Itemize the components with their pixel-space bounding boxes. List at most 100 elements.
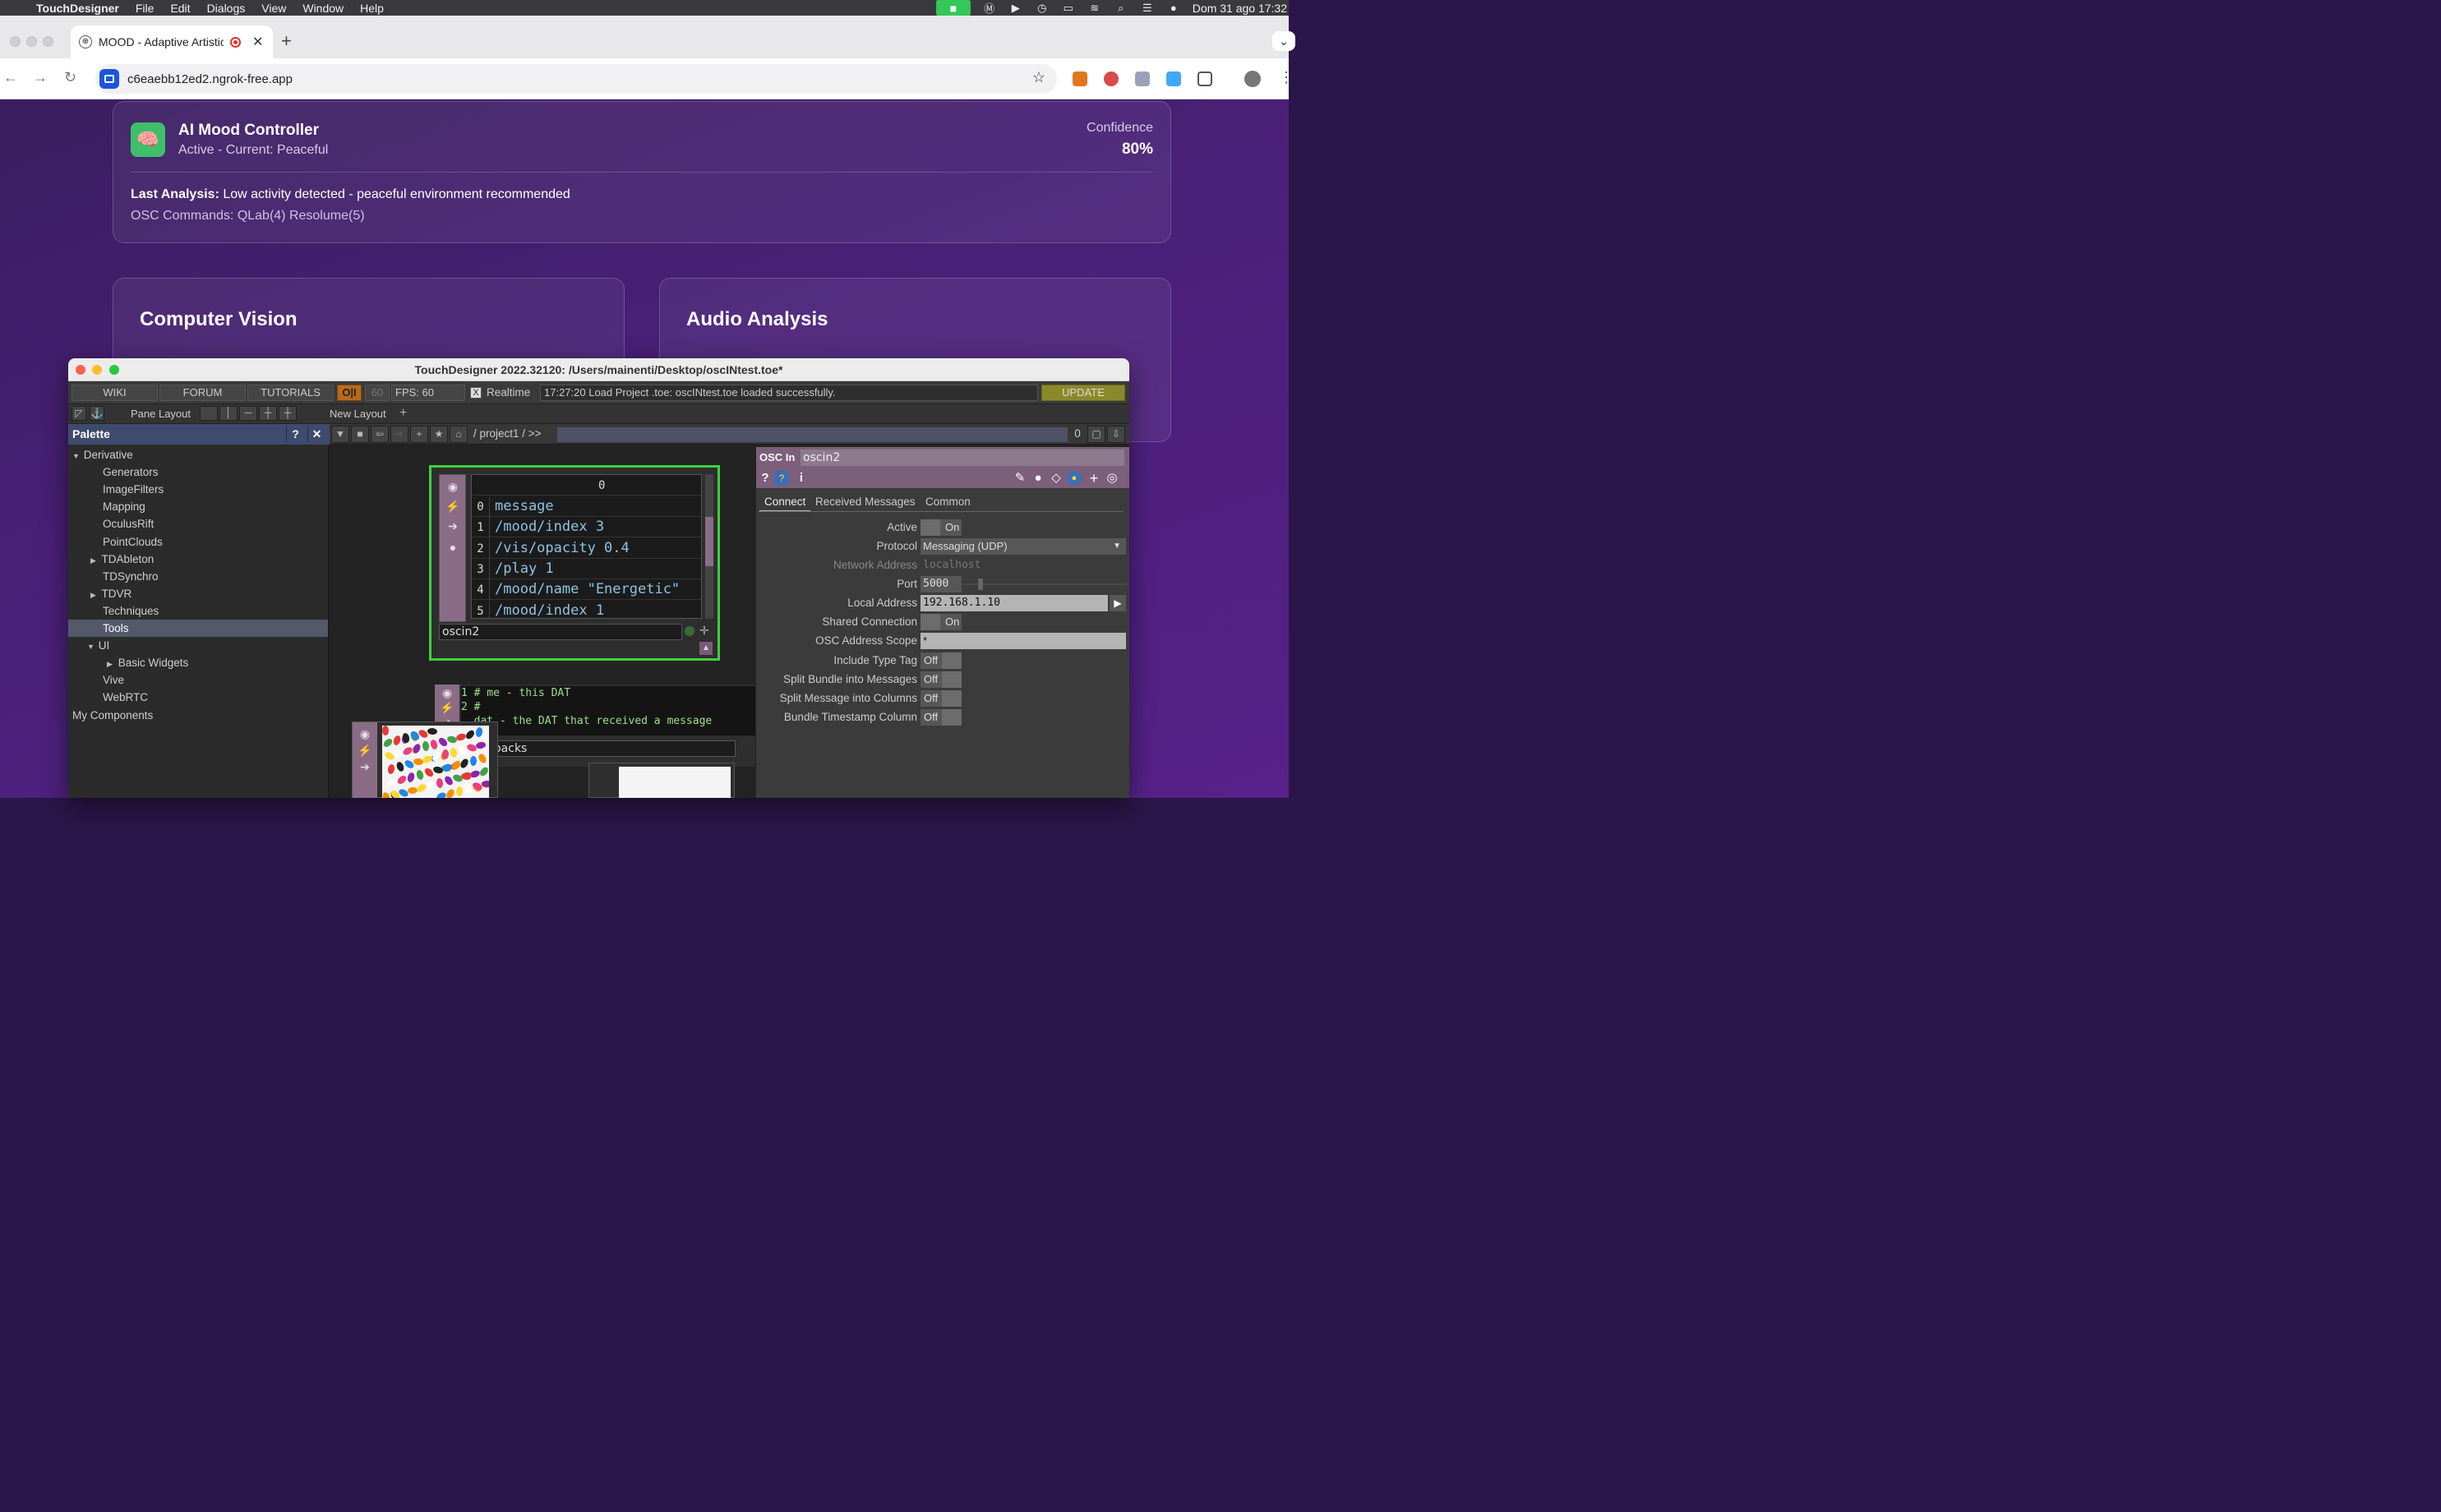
- menu-help[interactable]: Help: [360, 2, 384, 15]
- stop-icon[interactable]: ■: [351, 426, 369, 443]
- dat-table-row[interactable]: 2/vis/opacity 0.4: [472, 538, 701, 560]
- dat-table-row[interactable]: 0 message: [472, 496, 701, 518]
- new-tab-button[interactable]: +: [281, 30, 292, 52]
- tree-collapsed-arrow-icon[interactable]: ▶: [90, 552, 99, 569]
- menu-dialogs[interactable]: Dialogs: [207, 2, 246, 15]
- local-address-menu-arrow-icon[interactable]: ▶: [1110, 595, 1126, 611]
- network-path-field[interactable]: [557, 427, 1068, 442]
- node-viewer-icon[interactable]: ◉: [445, 478, 461, 495]
- info-icon[interactable]: i: [794, 471, 809, 486]
- tab-search-chevron-icon[interactable]: ⌄: [1272, 31, 1295, 51]
- layout-three-button[interactable]: ┼: [259, 406, 277, 421]
- add-operator-icon[interactable]: +: [410, 426, 428, 443]
- palette-item-my-components[interactable]: My Components: [68, 707, 328, 724]
- palette-item-mapping[interactable]: Mapping: [68, 498, 328, 515]
- palette-item-derivative[interactable]: ▼ Derivative: [68, 446, 328, 463]
- menu-app-name[interactable]: TouchDesigner: [36, 2, 119, 15]
- node-cross-icon[interactable]: ✛: [699, 624, 709, 638]
- kebab-menu-icon[interactable]: ⋮: [1279, 69, 1294, 86]
- palette-item-vive[interactable]: Vive: [68, 671, 328, 689]
- bookmark-star-icon[interactable]: ☆: [1032, 69, 1045, 86]
- back-icon[interactable]: ⇦: [371, 426, 389, 443]
- target-icon[interactable]: ◎: [1105, 471, 1119, 486]
- help-icon[interactable]: ?: [758, 471, 773, 486]
- battery-icon[interactable]: ▭: [1061, 2, 1076, 15]
- dat-table-row[interactable]: 1/mood/index 3: [472, 517, 701, 539]
- protocol-dropdown[interactable]: Messaging (UDP) ▼: [921, 538, 1126, 555]
- siri-icon[interactable]: ●: [1166, 2, 1181, 14]
- layout-four-button[interactable]: ┼: [279, 406, 297, 421]
- timestamp-toggle[interactable]: Off: [921, 709, 962, 726]
- pane-split-icon[interactable]: ◸: [72, 406, 86, 421]
- add-parameter-icon[interactable]: +: [1087, 471, 1101, 486]
- tutorials-button[interactable]: TUTORIALS: [247, 385, 334, 401]
- reload-icon[interactable]: ↻: [64, 69, 76, 86]
- top-viewer-icon[interactable]: ◉: [357, 726, 373, 742]
- puzzle-extension-icon[interactable]: [1135, 71, 1150, 86]
- top-bypass-icon[interactable]: ⚡: [357, 742, 373, 758]
- clock-icon[interactable]: ◷: [1035, 2, 1050, 15]
- menubar-datetime[interactable]: Dom 31 ago 17:32: [1193, 2, 1287, 15]
- dat-table-row[interactable]: 4/mood/name "Energetic": [472, 579, 701, 602]
- back-arrow-icon[interactable]: ←: [3, 69, 18, 86]
- palette-close-button[interactable]: ✕: [307, 426, 325, 442]
- palette-item-ui[interactable]: ▼ UI: [68, 637, 328, 654]
- dat-table-row[interactable]: 5/mood/index 1: [472, 601, 701, 618]
- clone-icon[interactable]: ◇: [1049, 471, 1064, 486]
- browser-tab-active[interactable]: ⊕ MOOD - Adaptive Artistic ✕: [71, 25, 273, 58]
- comment-icon[interactable]: ●: [1031, 471, 1045, 486]
- anchor-icon[interactable]: ⚓: [90, 406, 104, 421]
- tab-received-messages[interactable]: Received Messages: [810, 494, 921, 512]
- td-zoom-button[interactable]: [109, 365, 119, 375]
- callbacks-node-name[interactable]: llbacks: [484, 740, 736, 757]
- callbacks-viewer-icon[interactable]: ◉: [439, 685, 455, 701]
- tab-close-icon[interactable]: ✕: [252, 34, 263, 50]
- palette-item-tools[interactable]: Tools: [68, 620, 328, 637]
- callbacks-code[interactable]: 1 # me - this DAT 2 # dat - the DAT that…: [461, 686, 755, 735]
- palette-item-generators[interactable]: Generators: [68, 463, 328, 481]
- image-top-node[interactable]: ◉ ⚡ ➔: [352, 721, 498, 798]
- node-bypass-icon[interactable]: ⚡: [445, 498, 461, 514]
- menu-view[interactable]: View: [261, 2, 286, 15]
- network-path[interactable]: / project1 / >>: [473, 427, 542, 440]
- metamask-extension-icon[interactable]: [1073, 71, 1087, 86]
- palette-item-tdvr[interactable]: ▶ TDVR: [68, 585, 328, 602]
- address-bar[interactable]: c6eaebb12ed2.ngrok-free.app ☆: [95, 64, 1057, 94]
- control-center-icon[interactable]: ☰: [1140, 2, 1155, 15]
- site-info-icon[interactable]: [99, 69, 119, 89]
- new-layout-label[interactable]: New Layout: [330, 408, 386, 420]
- update-button[interactable]: UPDATE: [1041, 385, 1125, 401]
- palette-help-button[interactable]: ?: [286, 426, 304, 442]
- image-top-node-2[interactable]: [588, 763, 735, 798]
- node-pin-icon[interactable]: ▲: [699, 642, 713, 655]
- search-icon[interactable]: ⌕: [1114, 2, 1128, 15]
- param-op-name-field[interactable]: oscin2: [801, 449, 1124, 466]
- shared-connection-toggle[interactable]: On: [921, 614, 962, 630]
- url-text[interactable]: c6eaebb12ed2.ngrok-free.app: [127, 72, 293, 86]
- favorite-star-icon[interactable]: ★: [430, 426, 448, 443]
- td-minimize-button[interactable]: [92, 365, 102, 375]
- local-address-field[interactable]: 192.168.1.10: [921, 595, 1108, 611]
- tab-common[interactable]: Common: [921, 494, 976, 512]
- add-layout-icon[interactable]: +: [399, 406, 407, 421]
- layout-split-vertical-button[interactable]: │: [219, 406, 238, 421]
- forum-button[interactable]: FORUM: [159, 385, 246, 401]
- wiki-button[interactable]: WIKI: [72, 385, 158, 401]
- video-camera-icon[interactable]: ■: [935, 0, 971, 16]
- palette-item-oculusrift[interactable]: OculusRift: [68, 515, 328, 532]
- td-close-button[interactable]: [76, 365, 85, 375]
- port-slider-track[interactable]: [962, 583, 1127, 585]
- python-help-icon[interactable]: ?: [774, 471, 789, 486]
- camera-extension-icon[interactable]: [1166, 71, 1181, 86]
- port-slider-handle[interactable]: [978, 579, 983, 590]
- menu-file[interactable]: File: [136, 2, 155, 15]
- dat-table-row[interactable]: 3/play 1: [472, 559, 701, 580]
- type-tag-toggle[interactable]: Off: [921, 652, 962, 669]
- palette-item-webrtc[interactable]: WebRTC: [68, 689, 328, 706]
- network-menu-chevron-icon[interactable]: ▼: [331, 426, 349, 443]
- osc-scope-field[interactable]: *: [921, 633, 1126, 649]
- oscin2-dat-node[interactable]: ◉ ⚡ ➔ ● 0 0 message 1/mood/index 3 2/vis/op…: [429, 465, 720, 661]
- m-status-icon[interactable]: Ⓜ: [982, 0, 997, 16]
- forward-arrow-icon[interactable]: →: [33, 69, 48, 86]
- menu-window[interactable]: Window: [302, 2, 344, 15]
